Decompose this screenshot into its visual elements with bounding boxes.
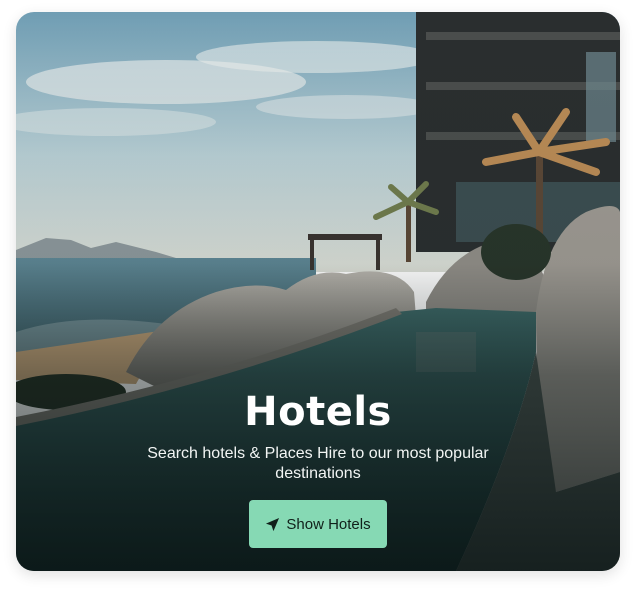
card-subtitle: Search hotels & Places Hire to our most … xyxy=(147,445,489,482)
card-title: Hotels xyxy=(244,389,392,435)
paper-plane-icon xyxy=(265,517,280,532)
card-content: Hotels Search hotels & Places Hire to ou… xyxy=(16,388,620,548)
show-hotels-label: Show Hotels xyxy=(286,515,371,533)
hotels-card: Hotels Search hotels & Places Hire to ou… xyxy=(16,12,620,571)
show-hotels-button[interactable]: Show Hotels xyxy=(249,500,387,548)
